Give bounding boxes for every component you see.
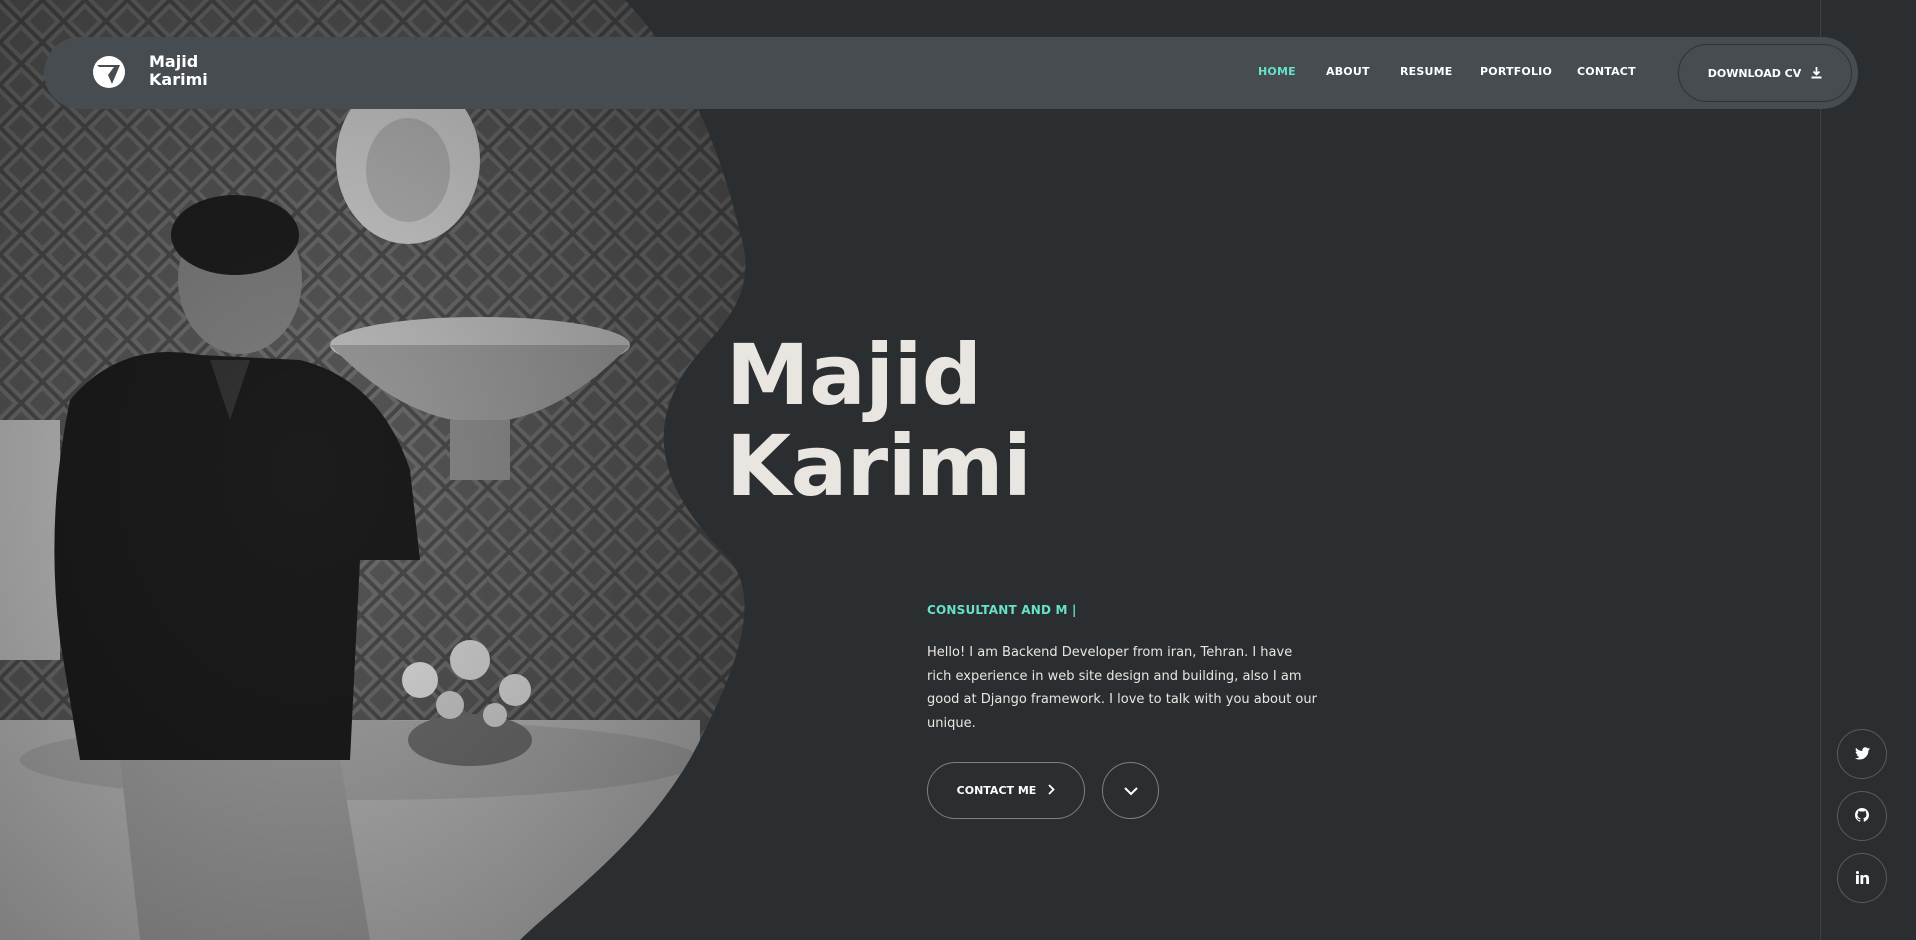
github-icon bbox=[1855, 807, 1869, 826]
contact-me-button[interactable]: CONTACT ME bbox=[927, 762, 1085, 819]
linkedin-icon bbox=[1855, 869, 1869, 888]
nav-portfolio[interactable]: PORTFOLIO bbox=[1480, 65, 1552, 78]
nav-contact[interactable]: CONTACT bbox=[1577, 65, 1636, 78]
page: Majid Karimi HOME ABOUT RESUME PORTFOLIO… bbox=[0, 0, 1916, 940]
right-divider bbox=[1820, 0, 1821, 940]
nav-home[interactable]: HOME bbox=[1258, 65, 1296, 78]
scroll-down-button[interactable] bbox=[1102, 762, 1159, 819]
github-link[interactable] bbox=[1837, 791, 1887, 841]
nav-about[interactable]: ABOUT bbox=[1326, 65, 1370, 78]
linkedin-link[interactable] bbox=[1837, 853, 1887, 903]
hero-name: Majid Karimi bbox=[726, 326, 1032, 515]
nav-resume[interactable]: RESUME bbox=[1400, 65, 1453, 78]
twitter-icon bbox=[1854, 745, 1870, 764]
brand-first-name: Majid bbox=[149, 52, 199, 71]
download-cv-label: DOWNLOAD CV bbox=[1707, 66, 1802, 80]
hero-tagline: CONSULTANT AND M | bbox=[927, 603, 1077, 617]
download-cv-button[interactable]: DOWNLOAD CV bbox=[1678, 44, 1852, 102]
hero-name-first: Majid bbox=[726, 326, 982, 424]
hero-photo bbox=[0, 0, 760, 940]
hero-intro: Hello! I am Backend Developer from iran,… bbox=[927, 645, 1317, 731]
brand-last-name: Karimi bbox=[149, 70, 208, 89]
brand-name[interactable]: Majid Karimi bbox=[149, 53, 208, 89]
contact-me-label: CONTACT ME bbox=[956, 784, 1037, 797]
chevron-down-icon bbox=[1123, 781, 1138, 800]
chevron-right-icon bbox=[1048, 783, 1056, 798]
header: Majid Karimi HOME ABOUT RESUME PORTFOLIO… bbox=[44, 37, 1858, 109]
bird-logo-icon[interactable] bbox=[90, 53, 128, 91]
twitter-link[interactable] bbox=[1837, 729, 1887, 779]
hero-name-last: Karimi bbox=[726, 417, 1032, 515]
scrollbar[interactable] bbox=[1900, 0, 1916, 940]
download-icon bbox=[1811, 67, 1822, 79]
